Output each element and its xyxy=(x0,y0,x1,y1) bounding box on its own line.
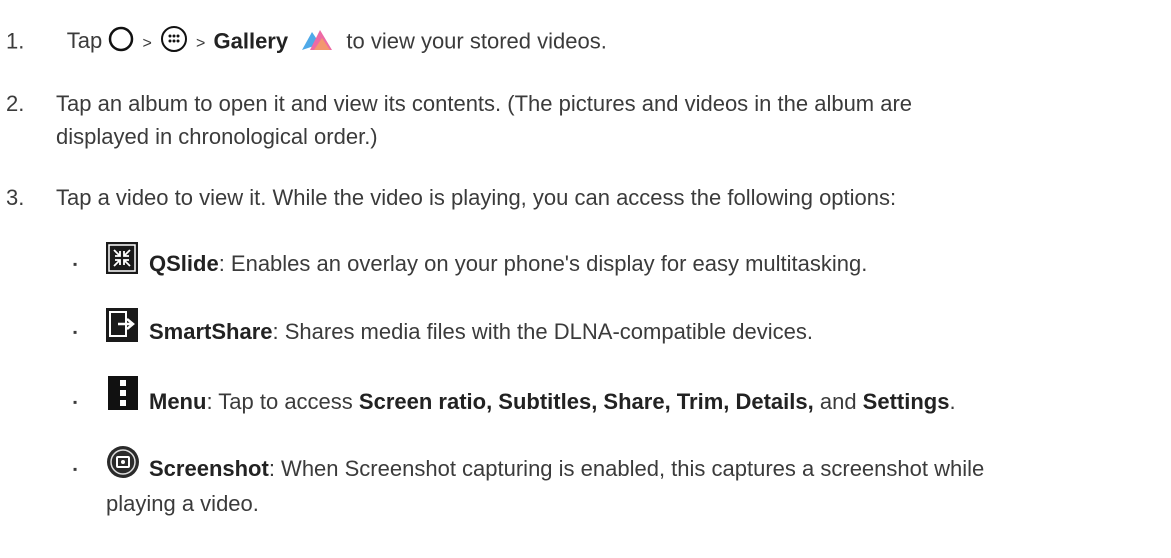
step-1-number: 1. xyxy=(6,28,25,54)
qslide-label: QSlide xyxy=(149,251,219,276)
home-circle-icon xyxy=(108,26,134,59)
qslide-icon xyxy=(106,242,138,281)
apps-grid-icon xyxy=(160,25,188,60)
instructions-page: { "step1": { "num": "1.", "tap": "Tap", … xyxy=(0,0,1171,558)
menu-and: and xyxy=(813,389,863,414)
step-2-number: 2. xyxy=(6,91,25,116)
step-3-number: 3. xyxy=(6,185,25,210)
screenshot-desc-line-2: playing a video. xyxy=(106,491,259,516)
step-2: 2. xyxy=(6,90,24,118)
step-3-text: Tap a video to view it. While the video … xyxy=(56,185,897,210)
step-3: 3. xyxy=(6,184,24,212)
step-2-line-2: displayed in chronological order.) xyxy=(56,124,378,149)
gallery-icon xyxy=(300,26,334,59)
step-1: 1. Tap > > Gallery to view your stored v… xyxy=(6,25,607,60)
separator-2: > xyxy=(196,35,206,53)
qslide-desc: : Enables an overlay on your phone's dis… xyxy=(218,251,868,276)
step-1-tap: Tap xyxy=(66,28,103,54)
menu-desc: : Tap to access xyxy=(206,389,359,414)
bullet: ▪ xyxy=(73,257,78,271)
screenshot-label: Screenshot xyxy=(149,456,269,481)
gallery-label: Gallery xyxy=(213,28,289,54)
menu-settings: Settings xyxy=(862,389,950,414)
smartshare-icon xyxy=(106,308,138,349)
menu-end: . xyxy=(949,389,956,414)
smartshare-desc: : Shares media files with the DLNA-compa… xyxy=(272,319,813,344)
menu-items: Screen ratio, Subtitles, Share, Trim, De… xyxy=(358,389,814,414)
step-2-line-1: Tap an album to open it and view its con… xyxy=(56,91,913,116)
menu-label: Menu xyxy=(149,389,207,414)
screenshot-desc: : When Screenshot capturing is enabled, … xyxy=(268,456,985,481)
separator-1: > xyxy=(142,35,152,53)
bullet: ▪ xyxy=(73,325,78,339)
step-1-text: to view your stored videos. xyxy=(346,28,607,54)
bullet: ▪ xyxy=(73,462,78,476)
smartshare-label: SmartShare xyxy=(149,319,273,344)
bullet: ▪ xyxy=(73,395,78,409)
menu-icon xyxy=(108,376,138,417)
screenshot-icon xyxy=(106,445,140,486)
